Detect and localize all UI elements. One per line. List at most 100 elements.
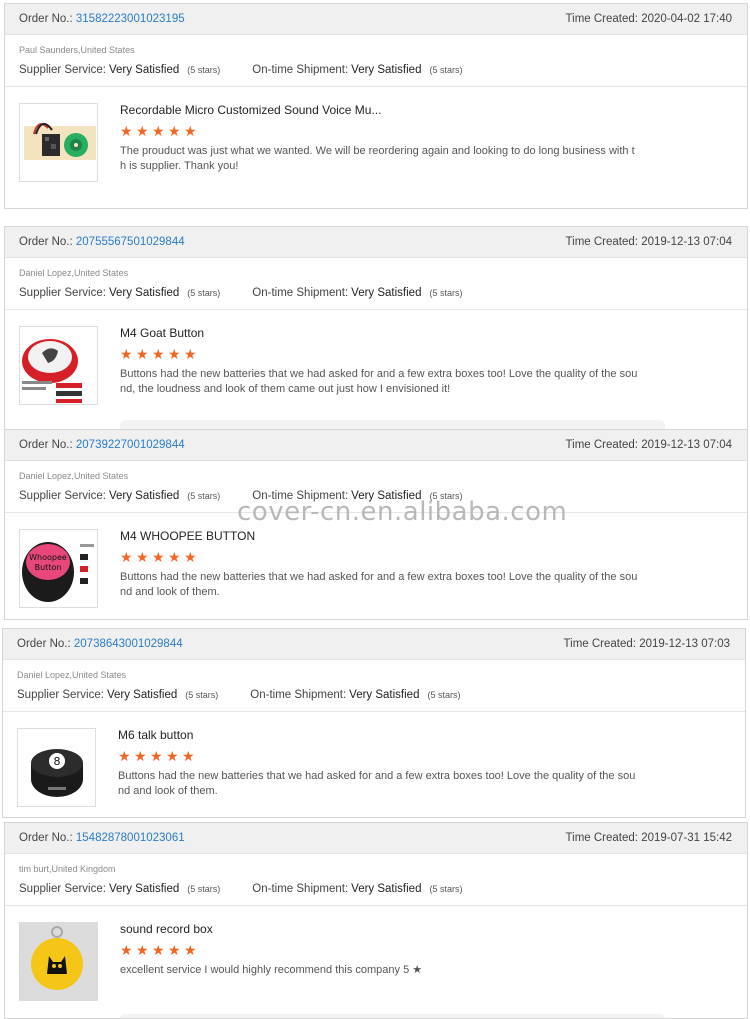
order-link[interactable]: 20755567501029844 — [76, 236, 185, 248]
product-thumbnail[interactable] — [19, 103, 98, 182]
ratings-row: Supplier Service: Very Satisfied (5 star… — [19, 62, 733, 78]
supplier-service-value: Very Satisfied — [108, 490, 180, 502]
review-text: The prouduct was just what we wanted. We… — [120, 145, 635, 172]
supplier-service-value: Very Satisfied — [108, 883, 180, 895]
star-icon: ★ — [168, 346, 181, 362]
review-meta: Daniel Lopez,United States Supplier Serv… — [5, 461, 747, 513]
supplier-stars-note: (5 stars) — [187, 491, 221, 501]
review-card: Order No.: 31582223001023195 Time Create… — [4, 3, 748, 209]
shipment-rating: On-time Shipment: Very Satisfied (5 star… — [252, 64, 462, 76]
shipment-value: Very Satisfied — [351, 883, 422, 895]
order-label: Order No.: — [19, 236, 73, 248]
time-created: Time Created: 2019-12-13 07:04 — [566, 236, 732, 248]
order-label: Order No.: — [19, 439, 73, 451]
order-link[interactable]: 31582223001023195 — [76, 13, 185, 25]
star-icon: ★ — [136, 346, 149, 362]
shipment-stars-note: (5 stars) — [429, 884, 463, 894]
supplier-service-label: Supplier Service: — [19, 883, 106, 895]
order-link[interactable]: 20739227001029844 — [76, 439, 185, 451]
review-card: Order No.: 20739227001029844 Time Create… — [4, 429, 748, 620]
order-label: Order No.: — [17, 638, 71, 650]
shipment-rating: On-time Shipment: Very Satisfied (5 star… — [252, 287, 462, 299]
review-content: M4 Goat Button ★ ★ ★ ★ ★ Buttons had the new… — [120, 324, 640, 396]
review-meta: Daniel Lopez,United States Supplier Serv… — [5, 258, 747, 310]
star-icon: ★ — [120, 942, 133, 958]
card-header: Order No.: 15482878001023061 Time Create… — [5, 823, 747, 854]
product-thumbnail[interactable] — [19, 922, 98, 1001]
product-title[interactable]: M4 Goat Button — [120, 324, 640, 342]
svg-text:8: 8 — [54, 755, 61, 768]
card-header: Order No.: 31582223001023195 Time Create… — [5, 4, 747, 35]
time-created: Time Created: 2019-12-13 07:04 — [566, 439, 732, 451]
supplier-stars-note: (5 stars) — [185, 690, 219, 700]
star-icon: ★ — [184, 942, 197, 958]
time-value: 2020-04-02 17:40 — [641, 13, 732, 25]
buyer-name: Daniel Lopez,United States — [17, 670, 127, 680]
product-title[interactable]: M4 WHOOPEE BUTTON — [120, 527, 640, 545]
time-label: Time Created: — [565, 236, 638, 248]
time-value: 2019-12-13 07:03 — [639, 638, 730, 650]
product-thumbnail[interactable]: Whoopee Button — [19, 529, 98, 608]
product-title[interactable]: sound record box — [120, 920, 640, 938]
order-label: Order No.: — [19, 13, 73, 25]
shipment-stars-note: (5 stars) — [427, 690, 461, 700]
shipment-rating: On-time Shipment: Very Satisfied (5 star… — [250, 689, 460, 701]
star-icon: ★ — [412, 964, 423, 976]
shipment-value: Very Satisfied — [351, 287, 422, 299]
goat-button-icon — [20, 327, 97, 404]
shipment-value: Very Satisfied — [351, 490, 422, 502]
supplier-reply-box — [120, 1014, 665, 1018]
star-icon: ★ — [134, 748, 147, 764]
supplier-service-value: Very Satisfied — [108, 64, 180, 76]
review-body: M4 Goat Button ★ ★ ★ ★ ★ Buttons had the new… — [5, 310, 747, 429]
star-rating: ★ ★ ★ ★ ★ — [120, 124, 640, 140]
star-rating: ★ ★ ★ ★ ★ — [120, 347, 640, 363]
product-thumbnail[interactable]: 8 — [17, 728, 96, 807]
ratings-row: Supplier Service: Very Satisfied (5 star… — [19, 488, 733, 504]
product-thumbnail[interactable] — [19, 326, 98, 405]
supplier-service-value: Very Satisfied — [106, 689, 178, 701]
shipment-value: Very Satisfied — [349, 689, 420, 701]
shipment-stars-note: (5 stars) — [429, 491, 463, 501]
time-created: Time Created: 2020-04-02 17:40 — [566, 13, 732, 25]
supplier-stars-note: (5 stars) — [187, 288, 221, 298]
supplier-service-label: Supplier Service: — [19, 64, 106, 76]
buyer-name: Daniel Lopez,United States — [19, 268, 129, 278]
star-icon: ★ — [182, 748, 195, 764]
order-link[interactable]: 20738643001029844 — [74, 638, 183, 650]
time-label: Time Created: — [565, 13, 638, 25]
buyer-name: Daniel Lopez,United States — [19, 471, 129, 481]
star-icon: ★ — [152, 123, 165, 139]
product-title[interactable]: M6 talk button — [118, 726, 638, 744]
star-icon: ★ — [118, 748, 131, 764]
shipment-label: On-time Shipment: — [252, 490, 349, 502]
star-icon: ★ — [168, 549, 181, 565]
svg-text:Button: Button — [35, 563, 62, 572]
review-body: sound record box ★ ★ ★ ★ ★ excellent service… — [5, 906, 747, 1018]
eight-ball-button-icon: 8 — [18, 729, 95, 806]
star-icon: ★ — [152, 346, 165, 362]
order-link[interactable]: 15482878001023061 — [76, 832, 185, 844]
card-header: Order No.: 20738643001029844 Time Create… — [3, 629, 745, 660]
star-icon: ★ — [120, 549, 133, 565]
star-icon: ★ — [184, 346, 197, 362]
star-icon: ★ — [166, 748, 179, 764]
star-icon: ★ — [136, 942, 149, 958]
product-title[interactable]: Recordable Micro Customized Sound Voice … — [120, 101, 640, 119]
time-created: Time Created: 2019-07-31 15:42 — [566, 832, 732, 844]
buyer-name: Paul Saunders,United States — [19, 45, 135, 55]
shipment-rating: On-time Shipment: Very Satisfied (5 star… — [252, 490, 462, 502]
order-number: Order No.: 31582223001023195 — [19, 13, 185, 25]
star-rating: ★ ★ ★ ★ ★ — [120, 943, 640, 959]
review-text: Buttons had the new batteries that we ha… — [120, 571, 638, 598]
shipment-label: On-time Shipment: — [250, 689, 347, 701]
buyer-name: tim burt,United Kingdom — [19, 864, 116, 874]
star-icon: ★ — [120, 346, 133, 362]
review-text-row: excellent service I would highly recomme… — [120, 963, 640, 978]
review-meta: tim burt,United Kingdom Supplier Service… — [5, 854, 747, 906]
review-body: Whoopee Button M4 WHOOPEE BUTTON ★ ★ ★ ★ ★ B… — [5, 513, 747, 619]
review-text: Buttons had the new batteries that we ha… — [118, 770, 636, 797]
review-text: Buttons had the new batteries that we ha… — [120, 368, 638, 395]
review-content: sound record box ★ ★ ★ ★ ★ excellent service… — [120, 920, 640, 978]
ratings-row: Supplier Service: Very Satisfied (5 star… — [17, 687, 731, 703]
